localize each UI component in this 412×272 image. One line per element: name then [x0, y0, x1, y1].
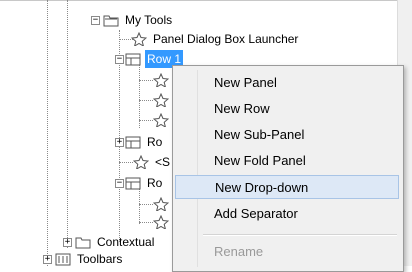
menu-item-rename[interactable]: Rename — [175, 240, 399, 264]
star-icon — [153, 215, 169, 229]
tree-line — [139, 80, 153, 81]
tree-item-label: Toolbars — [77, 252, 123, 266]
star-icon — [153, 93, 169, 107]
tree-item-toolbars[interactable]: Toolbars — [55, 250, 124, 268]
menu-item-new-fold-panel[interactable]: New Fold Panel — [175, 149, 399, 173]
star-icon — [153, 73, 169, 87]
menu-item-label: New Sub-Panel — [214, 127, 305, 142]
tree-item-command[interactable] — [153, 91, 173, 109]
tree-item-command[interactable] — [153, 195, 173, 213]
menu-item-label: New Fold Panel — [214, 153, 306, 168]
tree-line — [139, 222, 153, 223]
star-icon — [153, 197, 169, 211]
tree-item-contextual[interactable]: Contextual — [75, 233, 156, 251]
tree-line — [139, 64, 140, 128]
tree-line — [139, 100, 153, 101]
expand-toggle[interactable]: + — [115, 138, 124, 147]
context-menu: New Panel New Row New Sub-Panel New Fold… — [172, 65, 404, 272]
star-icon — [133, 155, 149, 169]
tree-line — [67, 0, 68, 248]
menu-item-label: Add Separator — [214, 206, 298, 221]
row-icon — [125, 136, 141, 149]
tree-item-label: Contextual — [97, 235, 155, 249]
menu-item-label: New Row — [214, 101, 270, 116]
menu-item-label: New Panel — [214, 75, 277, 90]
toolbar-icon — [55, 253, 71, 266]
tree-item-my-tools[interactable]: My Tools — [103, 11, 174, 29]
folder-icon — [75, 237, 91, 249]
star-icon — [131, 32, 147, 46]
tree-item-command[interactable] — [153, 213, 173, 231]
tree-item-label: Ro — [147, 135, 163, 149]
menu-separator — [203, 234, 397, 236]
row-icon — [125, 177, 141, 190]
tree-item-label: Ro — [147, 176, 163, 190]
tree-item-separator[interactable]: <S — [133, 153, 172, 171]
expand-toggle[interactable]: + — [63, 238, 72, 247]
tree-item-label: <S — [155, 155, 171, 169]
tree-line — [119, 162, 133, 163]
collapse-toggle[interactable]: − — [115, 179, 124, 188]
tree-line — [139, 120, 153, 121]
tree-item-label: Panel Dialog Box Launcher — [153, 32, 299, 46]
expand-toggle[interactable]: + — [43, 255, 52, 264]
tree-item-row[interactable]: Ro — [125, 174, 164, 192]
tree-item-panel-dialog[interactable]: Panel Dialog Box Launcher — [131, 30, 300, 48]
folder-open-icon — [103, 15, 119, 27]
menu-item-label: Rename — [214, 244, 264, 259]
tree-item-label: My Tools — [125, 13, 173, 27]
menu-item-new-row[interactable]: New Row — [175, 97, 399, 121]
tree-item-command[interactable] — [153, 111, 173, 129]
star-icon — [153, 113, 169, 127]
collapse-toggle[interactable]: − — [91, 16, 100, 25]
menu-item-new-sub-panel[interactable]: New Sub-Panel — [175, 123, 399, 147]
tree-item-command[interactable] — [153, 71, 173, 89]
tree-line — [139, 188, 140, 224]
row-icon — [125, 53, 141, 66]
menu-item-new-panel[interactable]: New Panel — [175, 71, 399, 95]
tree-item-row[interactable]: Ro — [125, 133, 164, 151]
collapse-toggle[interactable]: − — [115, 55, 124, 64]
menu-item-add-separator[interactable]: Add Separator — [175, 202, 399, 226]
tree-line — [47, 0, 48, 266]
tree-line — [139, 204, 153, 205]
menu-item-label: New Drop-down — [215, 180, 309, 195]
menu-item-new-drop-down[interactable]: New Drop-down — [175, 175, 399, 199]
top-border — [0, 0, 412, 1]
